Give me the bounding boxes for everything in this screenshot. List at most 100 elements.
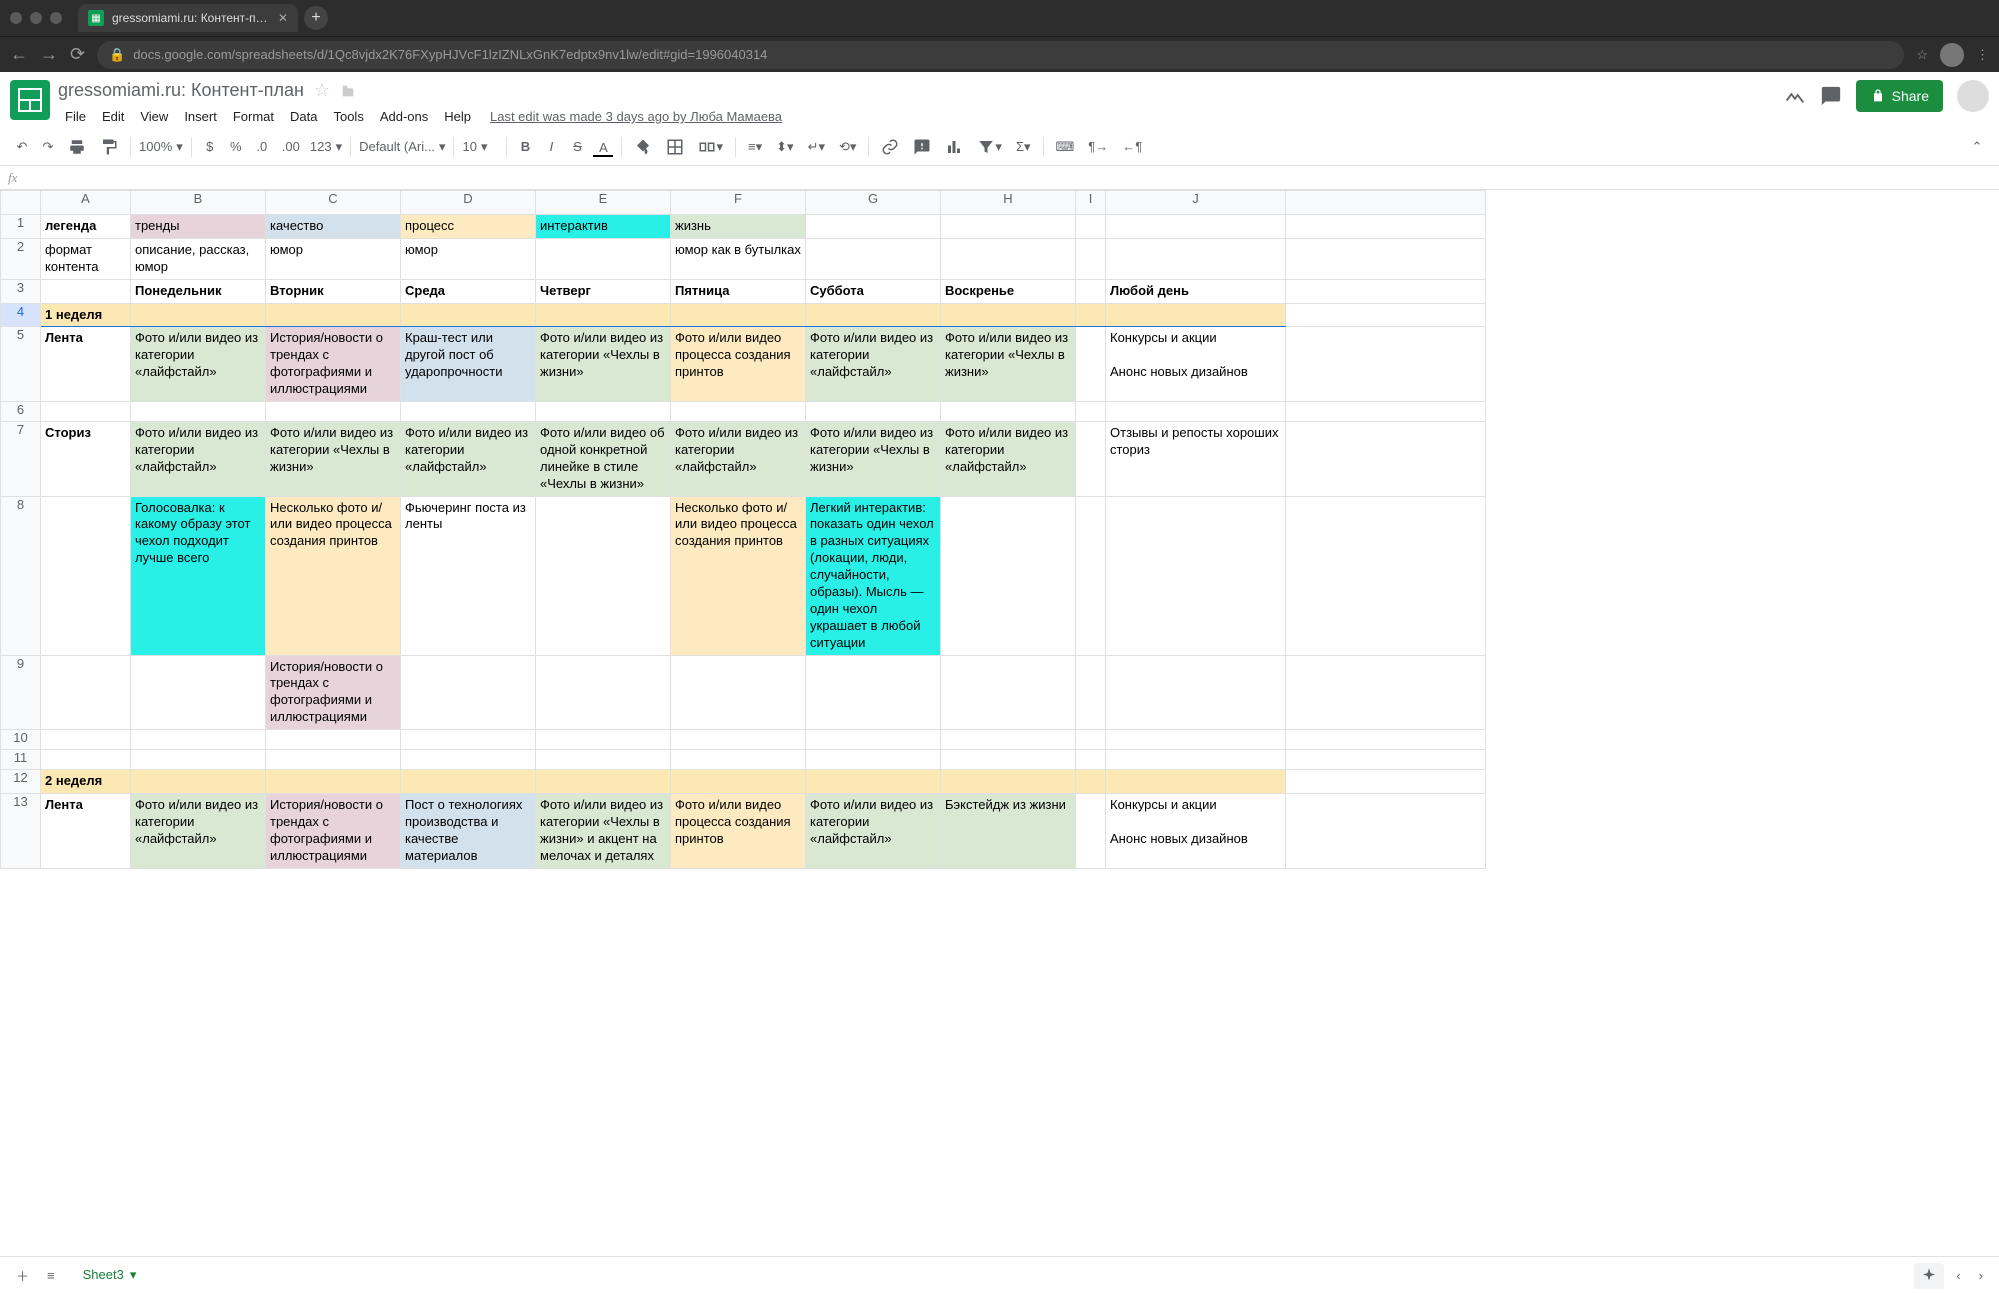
cell[interactable]: процесс <box>401 215 536 239</box>
menu-edit[interactable]: Edit <box>95 105 131 128</box>
cell[interactable]: Фото и/или видео из категории «лайфстайл… <box>941 422 1076 497</box>
cell[interactable] <box>1286 422 1486 497</box>
cell[interactable]: 1 неделя <box>41 303 131 327</box>
currency-button[interactable]: $ <box>198 135 222 158</box>
cell[interactable]: Фото и/или видео процесса создания принт… <box>671 794 806 869</box>
cell[interactable] <box>266 730 401 750</box>
scroll-left-button[interactable]: ‹ <box>1950 1264 1966 1287</box>
cell[interactable] <box>1076 496 1106 655</box>
cell[interactable] <box>536 730 671 750</box>
bookmark-icon[interactable]: ☆ <box>1916 47 1928 63</box>
cell[interactable]: Фото и/или видео из категории «Чехлы в ж… <box>806 422 941 497</box>
cell[interactable]: Краш-тест или другой пост об ударопрочно… <box>401 327 536 402</box>
cell[interactable] <box>1106 496 1286 655</box>
cell[interactable]: Фото и/или видео из категории «лайфстайл… <box>806 327 941 402</box>
document-title[interactable]: gressomiami.ru: Контент-план <box>58 80 304 101</box>
undo-button[interactable]: ↶ <box>10 135 34 159</box>
bold-button[interactable]: B <box>513 135 537 158</box>
menu-data[interactable]: Data <box>283 105 324 128</box>
browser-profile-avatar[interactable] <box>1940 43 1964 67</box>
cell[interactable]: Понедельник <box>131 279 266 303</box>
forward-button[interactable]: → <box>40 44 58 65</box>
cell[interactable]: Фото и/или видео процесса создания принт… <box>671 327 806 402</box>
cell[interactable] <box>671 402 806 422</box>
row-header[interactable]: 10 <box>1 730 41 750</box>
cell[interactable]: Фото и/или видео из категории «Чехлы в ж… <box>941 327 1076 402</box>
cell[interactable]: История/новости о трендах с фотографиями… <box>266 655 401 730</box>
cell[interactable] <box>1286 496 1486 655</box>
cell[interactable] <box>1076 238 1106 279</box>
select-all-corner[interactable] <box>1 191 41 215</box>
cell[interactable] <box>266 770 401 794</box>
cell[interactable] <box>1286 215 1486 239</box>
cell[interactable]: Фьючеринг поста из ленты <box>401 496 536 655</box>
cell[interactable] <box>806 730 941 750</box>
cell[interactable] <box>536 238 671 279</box>
cell[interactable] <box>536 770 671 794</box>
merge-button[interactable]: ▾ <box>692 134 729 160</box>
cell[interactable] <box>1106 655 1286 730</box>
cell[interactable]: Конкурсы и акцииАнонс новых дизайнов <box>1106 327 1286 402</box>
cell[interactable] <box>1286 303 1486 327</box>
redo-button[interactable]: ↷ <box>36 135 60 159</box>
number-format-select[interactable]: 123 ▾ <box>308 135 344 159</box>
menu-insert[interactable]: Insert <box>177 105 224 128</box>
ltr-button[interactable]: ¶→ <box>1082 135 1114 158</box>
menu-format[interactable]: Format <box>226 105 281 128</box>
new-tab-button[interactable]: + <box>304 6 328 30</box>
cell[interactable] <box>1106 215 1286 239</box>
menu-view[interactable]: View <box>133 105 175 128</box>
cell[interactable] <box>806 750 941 770</box>
cell[interactable] <box>671 655 806 730</box>
cell[interactable] <box>1076 402 1106 422</box>
cell[interactable] <box>1076 794 1106 869</box>
functions-button[interactable]: Σ▾ <box>1010 135 1037 159</box>
cell[interactable] <box>41 730 131 750</box>
cell[interactable] <box>1106 730 1286 750</box>
url-input[interactable]: 🔒 docs.google.com/spreadsheets/d/1Qc8vjd… <box>97 41 1904 69</box>
row-header[interactable]: 4 <box>1 303 41 327</box>
cell[interactable] <box>941 655 1076 730</box>
cell[interactable] <box>1286 279 1486 303</box>
cell[interactable] <box>401 750 536 770</box>
cell[interactable] <box>131 655 266 730</box>
cell[interactable]: Пятница <box>671 279 806 303</box>
cell[interactable]: Вторник <box>266 279 401 303</box>
sheet-grid[interactable]: ABCDEFGHIJ1легендатрендыкачествопроцесси… <box>0 190 1999 1256</box>
cell[interactable] <box>1076 303 1106 327</box>
cell[interactable] <box>941 750 1076 770</box>
column-header[interactable] <box>1286 191 1486 215</box>
cell[interactable] <box>401 303 536 327</box>
column-header[interactable]: C <box>266 191 401 215</box>
row-header[interactable]: 9 <box>1 655 41 730</box>
cell[interactable]: Лента <box>41 794 131 869</box>
column-header[interactable]: A <box>41 191 131 215</box>
column-header[interactable]: H <box>941 191 1076 215</box>
cell[interactable] <box>41 750 131 770</box>
cell[interactable]: описание, рассказ, юмор <box>131 238 266 279</box>
column-header[interactable]: G <box>806 191 941 215</box>
close-tab-icon[interactable]: ✕ <box>278 11 288 25</box>
cell[interactable] <box>1286 402 1486 422</box>
cell[interactable]: юмор как в бутылках <box>671 238 806 279</box>
paint-format-button[interactable] <box>94 134 124 160</box>
text-color-button[interactable]: A <box>591 136 615 157</box>
sheet-tab[interactable]: Sheet3 ▾ <box>67 1259 153 1293</box>
v-align-button[interactable]: ⬍▾ <box>770 135 799 159</box>
cell[interactable]: Воскренье <box>941 279 1076 303</box>
cell[interactable]: Фото и/или видео из категории «лайфстайл… <box>401 422 536 497</box>
star-icon[interactable]: ☆ <box>314 80 330 101</box>
cell[interactable] <box>401 730 536 750</box>
cell[interactable] <box>941 402 1076 422</box>
increase-decimal-button[interactable]: .00 <box>276 135 306 158</box>
cell[interactable] <box>941 496 1076 655</box>
cell[interactable] <box>536 402 671 422</box>
cell[interactable]: Любой день <box>1106 279 1286 303</box>
cell[interactable]: жизнь <box>671 215 806 239</box>
explore-button[interactable] <box>1914 1263 1944 1289</box>
column-header[interactable]: I <box>1076 191 1106 215</box>
cell[interactable] <box>1106 303 1286 327</box>
rotate-button[interactable]: ⟲▾ <box>833 135 862 159</box>
cell[interactable] <box>671 730 806 750</box>
profile-avatar[interactable] <box>1957 80 1989 112</box>
